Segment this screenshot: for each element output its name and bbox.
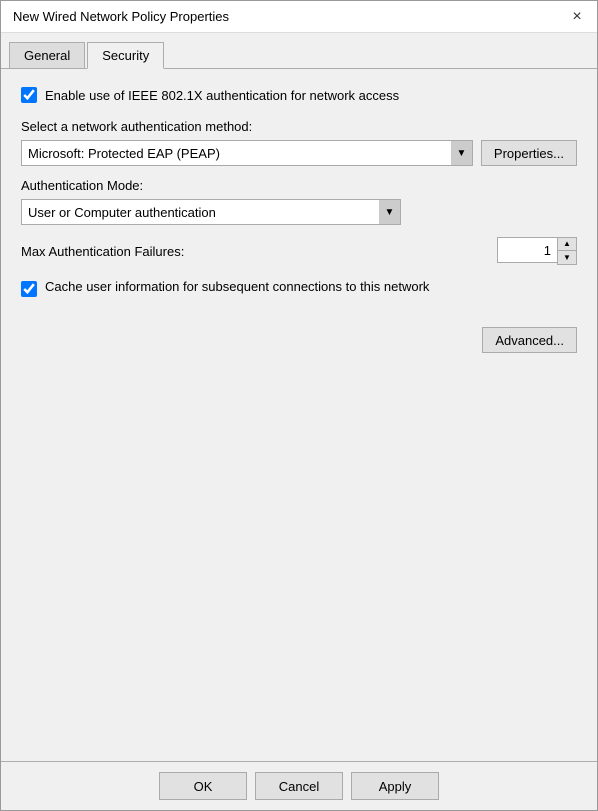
max-failures-label: Max Authentication Failures:	[21, 244, 497, 259]
spinner-up-button[interactable]: ▲	[558, 238, 576, 251]
max-failures-spinner: ▲ ▼	[497, 237, 577, 265]
auth-method-label: Select a network authentication method:	[21, 119, 577, 134]
auth-method-dropdown-container: Microsoft: Protected EAP (PEAP) Microsof…	[21, 140, 473, 166]
close-button[interactable]: ×	[565, 5, 589, 29]
spinner-buttons: ▲ ▼	[557, 237, 577, 265]
ieee-checkbox-label: Enable use of IEEE 802.1X authentication…	[45, 88, 399, 103]
dialog-window: New Wired Network Policy Properties × Ge…	[0, 0, 598, 811]
tab-security[interactable]: Security	[87, 42, 164, 69]
tab-general-label: General	[24, 48, 70, 63]
auth-method-select[interactable]: Microsoft: Protected EAP (PEAP) Microsof…	[21, 140, 473, 166]
title-bar: New Wired Network Policy Properties ×	[1, 1, 597, 33]
tab-general[interactable]: General	[9, 42, 85, 69]
tab-security-label: Security	[102, 48, 149, 63]
auth-method-row: Microsoft: Protected EAP (PEAP) Microsof…	[21, 140, 577, 166]
apply-button[interactable]: Apply	[351, 772, 439, 800]
dialog-title: New Wired Network Policy Properties	[13, 9, 229, 24]
cache-checkbox-label: Cache user information for subsequent co…	[45, 279, 429, 294]
spinner-down-button[interactable]: ▼	[558, 251, 576, 264]
advanced-row: Advanced...	[21, 327, 577, 353]
auth-mode-select[interactable]: User or Computer authentication Computer…	[21, 199, 401, 225]
cache-checkbox-row: Cache user information for subsequent co…	[21, 279, 577, 297]
max-failures-row: Max Authentication Failures: ▲ ▼	[21, 237, 577, 265]
max-failures-input[interactable]	[497, 237, 557, 263]
auth-mode-dropdown-container: User or Computer authentication Computer…	[21, 199, 401, 225]
security-tab-content: Enable use of IEEE 802.1X authentication…	[1, 69, 597, 761]
auth-mode-row: User or Computer authentication Computer…	[21, 199, 577, 225]
ok-button[interactable]: OK	[159, 772, 247, 800]
ieee-checkbox[interactable]	[21, 87, 37, 103]
ieee-checkbox-row: Enable use of IEEE 802.1X authentication…	[21, 87, 577, 103]
cache-checkbox[interactable]	[21, 281, 37, 297]
dialog-footer: OK Cancel Apply	[1, 761, 597, 810]
auth-mode-label: Authentication Mode:	[21, 178, 577, 193]
properties-button[interactable]: Properties...	[481, 140, 577, 166]
cancel-button[interactable]: Cancel	[255, 772, 343, 800]
tabs-bar: General Security	[1, 33, 597, 69]
advanced-button[interactable]: Advanced...	[482, 327, 577, 353]
